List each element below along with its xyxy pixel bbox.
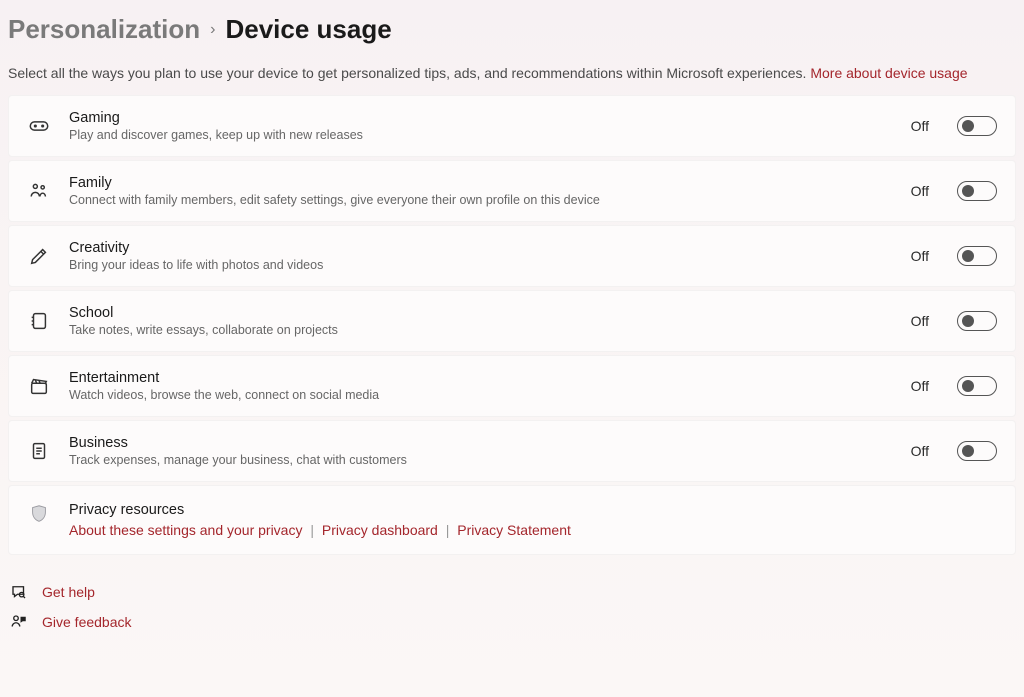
shield-icon — [27, 502, 51, 526]
setting-title: Entertainment — [69, 370, 893, 386]
toggle-state-label: Off — [911, 443, 929, 459]
privacy-links: About these settings and your privacy | … — [69, 522, 997, 538]
toggle-gaming[interactable] — [957, 116, 997, 136]
setting-desc: Track expenses, manage your business, ch… — [69, 453, 893, 467]
give-feedback-label: Give feedback — [42, 614, 132, 630]
setting-desc: Play and discover games, keep up with ne… — [69, 128, 893, 142]
more-about-device-usage-link[interactable]: More about device usage — [810, 65, 967, 81]
privacy-resources-card: Privacy resources About these settings a… — [8, 485, 1016, 555]
setting-row-entertainment: Entertainment Watch videos, browse the w… — [8, 355, 1016, 417]
give-feedback-link[interactable]: Give feedback — [10, 613, 1016, 631]
toggle-school[interactable] — [957, 311, 997, 331]
gamepad-icon — [27, 114, 51, 138]
toggle-business[interactable] — [957, 441, 997, 461]
separator: | — [306, 522, 318, 538]
toggle-state-label: Off — [911, 118, 929, 134]
breadcrumb-parent[interactable]: Personalization — [8, 14, 200, 45]
notebook-icon — [27, 309, 51, 333]
setting-row-business: Business Track expenses, manage your bus… — [8, 420, 1016, 482]
toggle-state-label: Off — [911, 313, 929, 329]
setting-row-gaming: Gaming Play and discover games, keep up … — [8, 95, 1016, 157]
setting-desc: Watch videos, browse the web, connect on… — [69, 388, 893, 402]
get-help-link[interactable]: Get help — [10, 583, 1016, 601]
setting-desc: Take notes, write essays, collaborate on… — [69, 323, 893, 337]
page-subtitle: Select all the ways you plan to use your… — [8, 65, 1016, 81]
page-title: Device usage — [225, 14, 391, 45]
toggle-state-label: Off — [911, 248, 929, 264]
toggle-state-label: Off — [911, 378, 929, 394]
setting-row-creativity: Creativity Bring your ideas to life with… — [8, 225, 1016, 287]
toggle-state-label: Off — [911, 183, 929, 199]
get-help-label: Get help — [42, 584, 95, 600]
subtitle-text: Select all the ways you plan to use your… — [8, 65, 810, 81]
setting-desc: Bring your ideas to life with photos and… — [69, 258, 893, 272]
toggle-creativity[interactable] — [957, 246, 997, 266]
family-icon — [27, 179, 51, 203]
privacy-title: Privacy resources — [69, 502, 997, 518]
privacy-link-dashboard[interactable]: Privacy dashboard — [322, 522, 438, 538]
document-icon — [27, 439, 51, 463]
setting-row-family: Family Connect with family members, edit… — [8, 160, 1016, 222]
setting-title: Business — [69, 435, 893, 451]
privacy-link-about[interactable]: About these settings and your privacy — [69, 522, 302, 538]
privacy-link-statement[interactable]: Privacy Statement — [457, 522, 571, 538]
setting-title: Gaming — [69, 110, 893, 126]
feedback-icon — [10, 613, 28, 631]
toggle-entertainment[interactable] — [957, 376, 997, 396]
setting-title: Family — [69, 175, 893, 191]
breadcrumb: Personalization › Device usage — [8, 14, 1016, 45]
clapperboard-icon — [27, 374, 51, 398]
toggle-family[interactable] — [957, 181, 997, 201]
setting-title: Creativity — [69, 240, 893, 256]
paintbrush-icon — [27, 244, 51, 268]
chevron-right-icon: › — [210, 21, 215, 39]
setting-title: School — [69, 305, 893, 321]
help-icon — [10, 583, 28, 601]
setting-desc: Connect with family members, edit safety… — [69, 193, 893, 207]
setting-row-school: School Take notes, write essays, collabo… — [8, 290, 1016, 352]
separator: | — [442, 522, 454, 538]
